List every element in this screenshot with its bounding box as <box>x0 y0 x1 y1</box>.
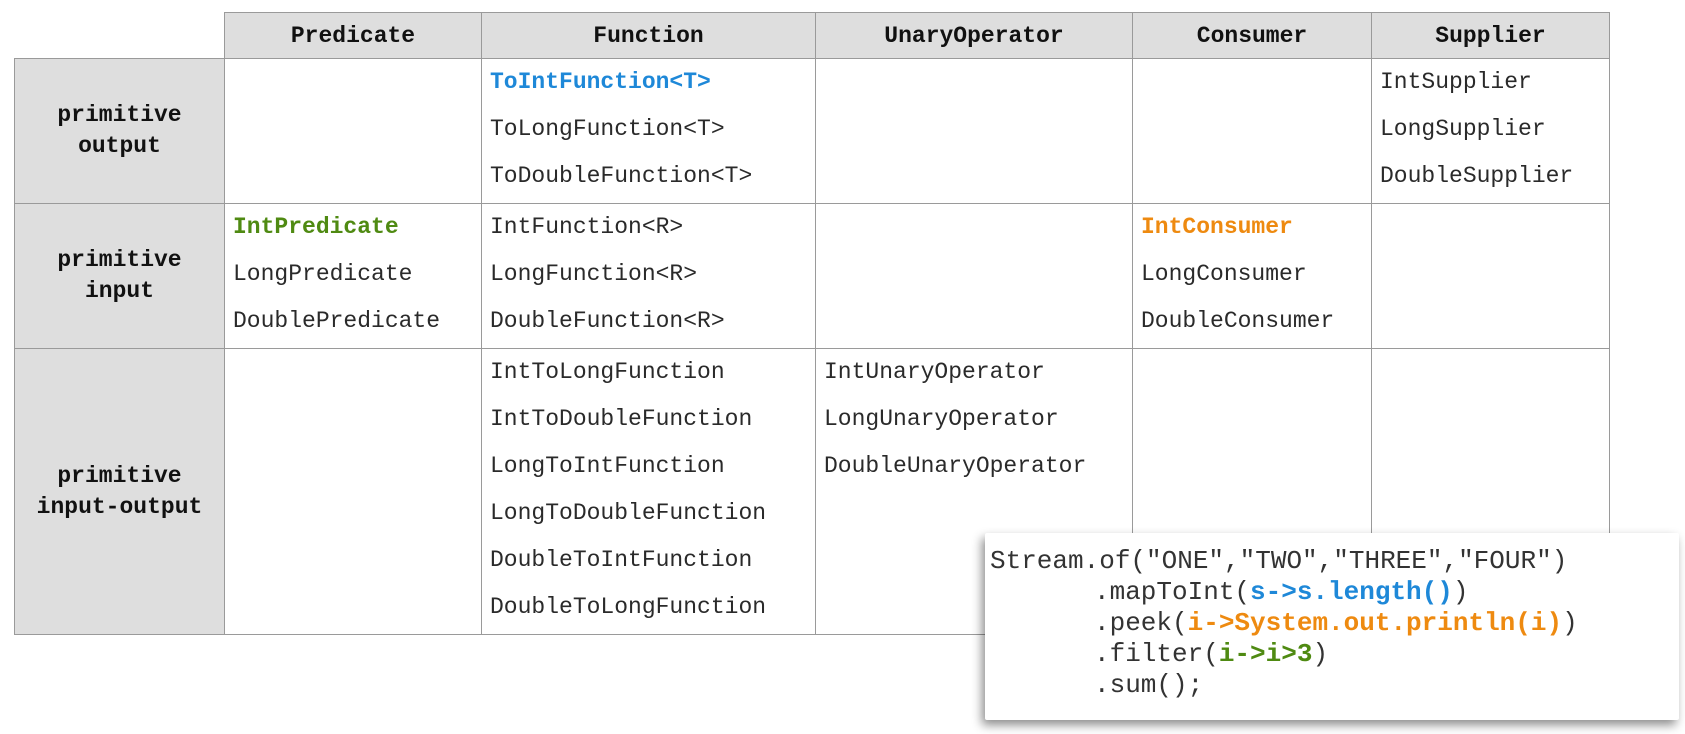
code-token: .filter( <box>1094 639 1219 669</box>
code-token: .mapToInt( <box>1094 577 1251 607</box>
table-cell <box>224 58 482 204</box>
interface-name: LongToDoubleFunction <box>490 500 767 526</box>
interface-name: LongFunction<R> <box>490 261 698 287</box>
interface-name: ToIntFunction<T> <box>490 69 711 95</box>
column-header: Supplier <box>1371 12 1610 59</box>
row-header: primitive input <box>14 203 225 349</box>
table-cell: IntConsumer LongConsumer DoubleConsumer <box>1132 203 1372 349</box>
table-cell <box>1132 58 1372 204</box>
table-cell: IntFunction<R> LongFunction<R> DoubleFunct… <box>481 203 816 349</box>
interface-name: LongPredicate <box>233 261 413 287</box>
interface-name: IntToLongFunction <box>490 359 725 385</box>
code-line-3: .peek(i->System.out.println(i)) <box>1094 608 1578 639</box>
table-cell: IntSupplier LongSupplier DoubleSupplier <box>1371 58 1610 204</box>
table-cell: IntToLongFunction IntToDoubleFunction Long… <box>481 348 816 635</box>
code-line-5: .sum(); <box>1094 670 1204 700</box>
code-token: ) <box>1312 639 1329 669</box>
interface-name: DoubleConsumer <box>1141 308 1335 334</box>
interface-name: ToDoubleFunction<T> <box>490 163 753 189</box>
interface-name: IntPredicate <box>233 214 399 240</box>
code-line-1: Stream.of("ONE","TWO","THREE","FOUR") <box>990 546 1568 576</box>
code-line-2: .mapToInt(s->s.length()) <box>1094 577 1468 608</box>
corner-cell <box>14 12 225 59</box>
interface-name: DoublePredicate <box>233 308 441 334</box>
interface-name: DoubleToIntFunction <box>490 547 753 573</box>
column-header: UnaryOperator <box>815 12 1133 59</box>
row-header-line: input <box>84 278 154 304</box>
interface-name: DoubleFunction<R> <box>490 308 725 334</box>
code-token-highlight: i->System.out.println(i) <box>1187 608 1563 638</box>
interface-name: LongUnaryOperator <box>824 406 1059 432</box>
code-token: .peek( <box>1094 608 1188 638</box>
column-header: Function <box>481 12 816 59</box>
row-header: primitive output <box>14 58 225 204</box>
code-token: ) <box>1452 577 1469 607</box>
row-header-line: output <box>78 133 161 159</box>
code-token-highlight: i->i>3 <box>1218 639 1313 669</box>
interface-name: DoubleSupplier <box>1380 163 1574 189</box>
column-header: Predicate <box>224 12 482 59</box>
interface-name: ToLongFunction<T> <box>490 116 725 142</box>
interface-name: IntFunction<R> <box>490 214 684 240</box>
code-line-4: .filter(i->i>3) <box>1094 639 1328 670</box>
table-cell: IntPredicate LongPredicate DoublePredicate <box>224 203 482 349</box>
table-cell <box>815 58 1133 204</box>
interface-name: LongToIntFunction <box>490 453 725 479</box>
interface-name: LongConsumer <box>1141 261 1307 287</box>
interface-name: IntUnaryOperator <box>824 359 1045 385</box>
table-cell <box>1371 203 1610 349</box>
interface-name: IntToDoubleFunction <box>490 406 753 432</box>
row-header-line: primitive <box>57 102 182 128</box>
row-header: primitive input-output <box>14 348 225 635</box>
code-snippet-panel: Stream.of("ONE","TWO","THREE","FOUR") .m… <box>985 533 1679 720</box>
column-header: Consumer <box>1132 12 1372 59</box>
interface-name: DoubleUnaryOperator <box>824 453 1087 479</box>
code-token: ) <box>1562 608 1578 638</box>
row-header-line: input-output <box>36 493 203 520</box>
interface-name: IntConsumer <box>1141 214 1293 240</box>
table-cell: ToIntFunction<T> ToLongFunction<T> ToDoubl… <box>481 58 816 204</box>
table-cell <box>815 203 1133 349</box>
table-cell <box>224 348 482 635</box>
table-row: primitive input IntPredicate LongPredicate D… <box>14 203 1610 349</box>
header-row: Predicate Function UnaryOperator Consumer Su… <box>14 12 1610 59</box>
interface-name: DoubleToLongFunction <box>490 594 767 620</box>
row-header-line: primitive <box>57 247 182 273</box>
table-row: primitive output ToIntFunction<T> ToLongFun… <box>14 58 1610 204</box>
interface-name: LongSupplier <box>1380 116 1546 142</box>
code-token-highlight: s->s.length() <box>1250 577 1453 607</box>
row-header-line: primitive <box>57 462 182 489</box>
interface-name: IntSupplier <box>1380 69 1532 95</box>
